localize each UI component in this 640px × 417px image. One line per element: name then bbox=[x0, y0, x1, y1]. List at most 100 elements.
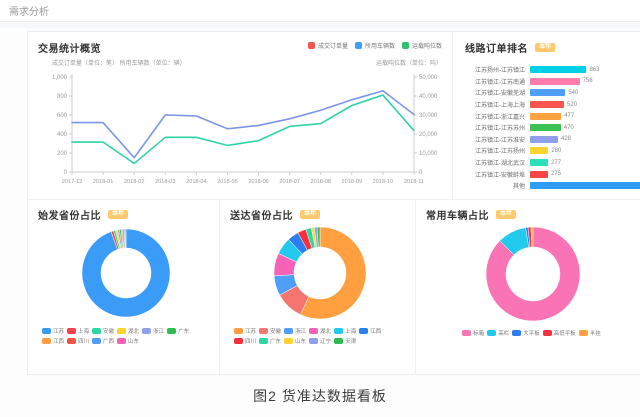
line-series bbox=[72, 91, 414, 158]
top-row: 交易统计概览 成交订单量所用车辆数运载吨位数 成交订单量（单位：笔） 所用车辆数… bbox=[28, 32, 640, 200]
legend-item[interactable]: 半挂 bbox=[579, 329, 601, 337]
legend-swatch bbox=[234, 328, 243, 334]
bar-track: 428 bbox=[530, 136, 640, 143]
bar-fill[interactable] bbox=[530, 101, 564, 108]
legend-label: 安徽 bbox=[270, 327, 281, 335]
legend-item[interactable]: 江苏 bbox=[42, 327, 64, 335]
legend-swatch bbox=[42, 328, 51, 334]
legend-item[interactable]: 所用车辆数 bbox=[355, 41, 395, 50]
legend-label: 高低平板 bbox=[554, 329, 576, 337]
legend-swatch bbox=[259, 338, 268, 344]
svg-text:800: 800 bbox=[57, 94, 68, 100]
legend-item[interactable]: 标箱 bbox=[462, 329, 484, 337]
trade-overview-head: 交易统计概览 成交订单量所用车辆数运载吨位数 bbox=[38, 40, 452, 55]
svg-text:2018-11: 2018-11 bbox=[404, 179, 424, 185]
bar-track: 277 bbox=[530, 159, 640, 166]
bar-chart: 江苏扬州-江苏镇江863江苏镇江-江苏南通758江苏镇江-安徽芜湖540江苏镇江… bbox=[465, 64, 640, 192]
bar-label: 江苏扬州-江苏镇江 bbox=[465, 65, 525, 74]
legend-item[interactable]: 江西 bbox=[42, 337, 64, 345]
bar-track: 280 bbox=[530, 147, 640, 154]
bar-track: 540 bbox=[530, 89, 640, 96]
vehicle-donut-chart bbox=[466, 224, 600, 324]
legend-item[interactable]: 四川 bbox=[234, 337, 256, 345]
legend-label: 湖北 bbox=[320, 327, 331, 335]
origin-share-head: 始发省份占比 本年 bbox=[38, 207, 213, 222]
legend-label: 辽宁 bbox=[320, 337, 331, 345]
legend-swatch bbox=[355, 42, 362, 49]
bar-label: 江苏镇江-上海上海 bbox=[465, 100, 525, 109]
legend-item[interactable]: 浙江 bbox=[284, 327, 306, 335]
legend-item[interactable]: 天津 bbox=[334, 337, 356, 345]
legend-item[interactable]: 广西 bbox=[92, 337, 114, 345]
legend-item[interactable]: 湖北 bbox=[117, 327, 139, 335]
legend-item[interactable]: 高栏 bbox=[487, 329, 509, 337]
legend-item[interactable]: 江苏 bbox=[234, 327, 256, 335]
bar-fill[interactable] bbox=[530, 182, 640, 189]
legend-label: 运载吨位数 bbox=[412, 41, 442, 50]
svg-text:0: 0 bbox=[64, 170, 68, 176]
legend-item[interactable]: 上海 bbox=[67, 327, 89, 335]
legend-swatch bbox=[42, 338, 51, 344]
legend-label: 上海 bbox=[78, 327, 89, 335]
legend-swatch bbox=[142, 328, 151, 334]
legend-item[interactable]: 上海 bbox=[334, 327, 356, 335]
legend-item[interactable]: 成交订单量 bbox=[308, 41, 348, 50]
bar-track: 1712 bbox=[530, 182, 640, 189]
bar-row: 江苏镇江-江苏苏州470 bbox=[465, 122, 640, 134]
dest-share-badge[interactable]: 本年 bbox=[300, 210, 320, 219]
bar-track: 520 bbox=[530, 101, 640, 108]
legend-swatch bbox=[309, 338, 318, 344]
route-ranking-badge[interactable]: 本年 bbox=[535, 43, 555, 52]
bar-fill[interactable] bbox=[530, 147, 548, 154]
legend-item[interactable]: 辽宁 bbox=[309, 337, 331, 345]
legend-item[interactable]: 运载吨位数 bbox=[402, 41, 442, 50]
legend-item[interactable]: 湖北 bbox=[309, 327, 331, 335]
bar-fill[interactable] bbox=[530, 171, 548, 178]
bar-value: 280 bbox=[551, 148, 561, 154]
bar-value: 477 bbox=[564, 113, 574, 119]
legend-item[interactable]: 江西 bbox=[359, 327, 381, 335]
bar-fill[interactable] bbox=[530, 66, 586, 73]
legend-item[interactable]: 广东 bbox=[259, 337, 281, 345]
legend-item[interactable]: 山东 bbox=[117, 337, 139, 345]
bar-row: 江苏镇江-江苏扬州280 bbox=[465, 145, 640, 157]
bar-value: 540 bbox=[568, 90, 578, 96]
legend-swatch bbox=[543, 330, 552, 336]
legend-item[interactable]: 四川 bbox=[67, 337, 89, 345]
line-chart: 0020010,00040020,00060030,00080040,0001,… bbox=[38, 69, 448, 199]
legend-swatch bbox=[167, 328, 176, 334]
bar-fill[interactable] bbox=[530, 78, 580, 85]
origin-share-badge[interactable]: 本年 bbox=[108, 210, 128, 219]
legend-item[interactable]: 大平板 bbox=[512, 329, 540, 337]
bottom-row: 始发省份占比 本年 江苏上海安徽湖北浙江广东江西四川广西山东 送达省份占比 本年… bbox=[28, 200, 640, 374]
donut-slice[interactable] bbox=[124, 229, 125, 248]
bar-fill[interactable] bbox=[530, 113, 561, 120]
bar-fill[interactable] bbox=[530, 124, 561, 131]
legend-item[interactable]: 浙江 bbox=[142, 327, 164, 335]
right-axis-caption: 运载吨位数（单位：吨） bbox=[376, 58, 442, 67]
vehicle-donut-wrap bbox=[426, 224, 640, 324]
bar-row: 江苏镇江-江苏南通758 bbox=[465, 76, 640, 88]
bar-track: 275 bbox=[530, 171, 640, 178]
legend-swatch bbox=[92, 338, 101, 344]
vehicle-share-badge[interactable]: 本年 bbox=[496, 210, 516, 219]
legend-item[interactable]: 安徽 bbox=[259, 327, 281, 335]
bar-row: 江苏镇江-江苏淮安428 bbox=[465, 134, 640, 146]
svg-text:2018-07: 2018-07 bbox=[279, 179, 300, 185]
legend-swatch bbox=[308, 42, 315, 49]
legend-item[interactable]: 高低平板 bbox=[543, 329, 576, 337]
bar-fill[interactable] bbox=[530, 159, 548, 166]
bar-value: 428 bbox=[561, 136, 571, 142]
left-axis-caption: 成交订单量（单位：笔） 所用车辆数（单位：辆） bbox=[52, 58, 186, 67]
legend-item[interactable]: 安徽 bbox=[92, 327, 114, 335]
vehicle-share-panel: 常用车辆占比 本年 标箱高栏大平板高低平板半挂 bbox=[415, 200, 640, 374]
legend-swatch bbox=[284, 338, 293, 344]
route-ranking-head: 线路订单排名 本年 bbox=[465, 40, 640, 55]
legend-item[interactable]: 山东 bbox=[284, 337, 306, 345]
svg-text:2018-03: 2018-03 bbox=[155, 179, 176, 185]
legend-item[interactable]: 广东 bbox=[167, 327, 189, 335]
bar-fill[interactable] bbox=[530, 136, 558, 143]
legend-swatch bbox=[309, 328, 318, 334]
bar-fill[interactable] bbox=[530, 89, 565, 96]
bar-value: 863 bbox=[589, 67, 599, 73]
